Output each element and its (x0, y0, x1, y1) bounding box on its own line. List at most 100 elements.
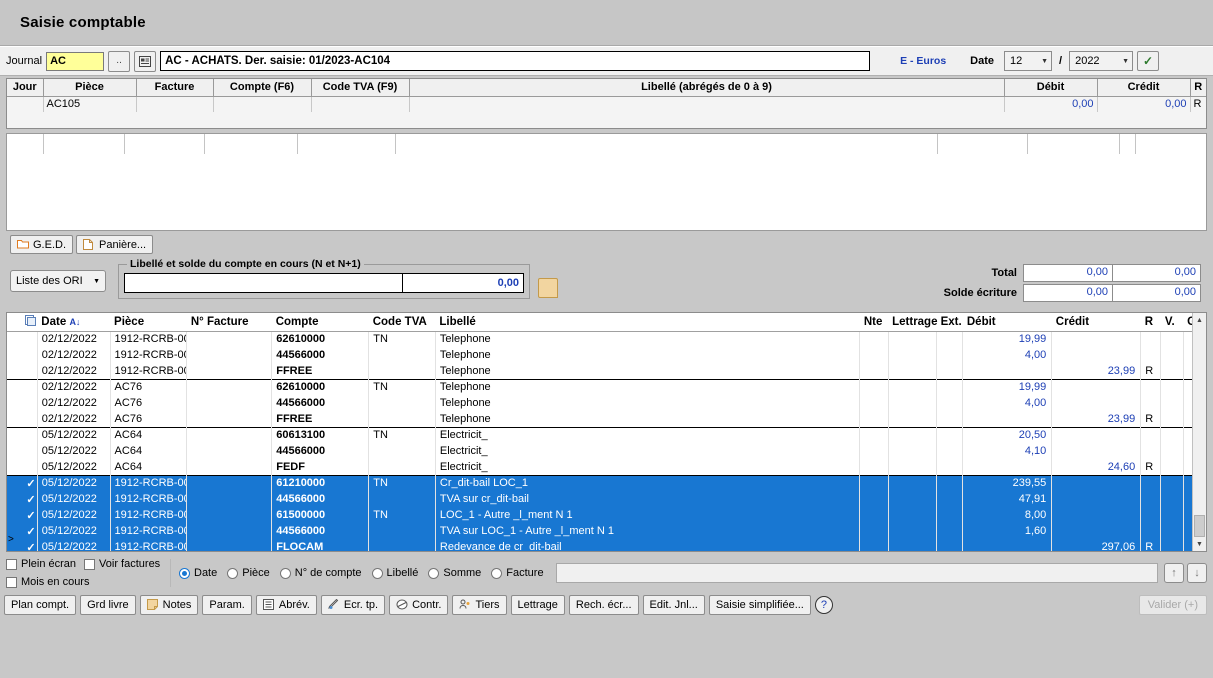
cell-debit[interactable] (962, 459, 1053, 475)
cell-r[interactable] (1140, 443, 1162, 459)
cell-ext[interactable] (936, 395, 964, 411)
cell-piece[interactable]: 1912-RCRB-000 (110, 491, 188, 507)
cell-piece[interactable]: 1912-RCRB-000 (110, 523, 188, 539)
cell-r[interactable] (1140, 347, 1162, 363)
notes-button[interactable]: Notes (139, 595, 199, 615)
cell-ext[interactable] (936, 426, 964, 443)
cell-piece[interactable]: 1912-RCRB-000 (110, 363, 188, 379)
table-row[interactable]: 05/12/2022 AC64 FEDF Electricit_ 24,60 R (7, 459, 1206, 475)
data-col-credit[interactable]: Crédit (1051, 313, 1141, 332)
cell-debit[interactable]: 1,60 (962, 523, 1053, 539)
cell-nte[interactable] (859, 443, 889, 459)
data-grid-scrollbar[interactable]: ▲ ▼ (1192, 313, 1206, 551)
cell-credit[interactable] (1051, 426, 1142, 443)
libelle-compte-field[interactable] (125, 274, 403, 292)
table-row[interactable]: 05/12/2022 AC64 60613100 TN Electricit_ 20,50 (7, 426, 1206, 443)
cell-ext[interactable] (936, 507, 964, 523)
entry-cell-debit[interactable]: 0,00 (1004, 96, 1098, 112)
cell-n-facture[interactable] (186, 411, 273, 427)
data-col-code-tva[interactable]: Code TVA (368, 313, 436, 332)
entry-cell-facture[interactable] (136, 96, 214, 112)
table-row[interactable]: ✓05/12/20221912-RCRB-000 61210000TNCr_dit… (7, 474, 1206, 491)
entry-col-r[interactable]: R (1190, 79, 1206, 97)
data-col-nte[interactable]: Nte (859, 313, 889, 332)
entry-cell-libelle[interactable] (409, 96, 1005, 112)
abrev-button[interactable]: Abrév. (255, 595, 317, 615)
cell-v[interactable] (1160, 507, 1184, 523)
controle-button[interactable]: Contr. (389, 595, 449, 615)
cell-v[interactable] (1160, 331, 1184, 347)
ori-list-dropdown[interactable]: Liste des ORI ▼ (10, 270, 106, 292)
table-row[interactable]: 02/12/2022 AC76 62610000 TN Telephone 19,99 (7, 378, 1206, 395)
cell-v[interactable] (1160, 395, 1184, 411)
cell-v[interactable] (1160, 491, 1184, 507)
lettrage-button[interactable]: Lettrage (510, 595, 565, 615)
radio-somme-button[interactable] (428, 567, 440, 579)
cell-date[interactable]: 02/12/2022 (37, 331, 111, 347)
cell-code-tva[interactable] (368, 395, 436, 411)
entry-cell-code-tva[interactable] (311, 96, 410, 112)
cell-r[interactable] (1140, 507, 1162, 523)
cell-lettrage[interactable] (888, 459, 938, 475)
radio-n-de-compte[interactable]: N° de compte (279, 567, 362, 579)
cell-debit[interactable]: 47,91 (962, 491, 1053, 507)
cell-compte[interactable]: 44566000 (271, 491, 370, 507)
cell-code-tva[interactable] (368, 411, 436, 427)
cell-lettrage[interactable] (888, 443, 938, 459)
cell-code-tva[interactable]: TN (368, 378, 436, 395)
cell-libelle[interactable]: Electricit_ (435, 459, 861, 475)
cell-lettrage[interactable] (888, 395, 938, 411)
cell-credit[interactable]: 23,99 (1051, 363, 1142, 379)
paniere-button[interactable]: Panière... (76, 235, 154, 254)
cell-piece[interactable]: AC64 (110, 459, 188, 475)
cell-date[interactable]: 02/12/2022 (37, 363, 111, 379)
cell-code-tva[interactable]: TN (368, 474, 436, 491)
cell-nte[interactable] (859, 523, 889, 539)
cell-libelle[interactable]: Telephone (435, 347, 861, 363)
row-select-cell[interactable] (21, 347, 38, 363)
edition-journal-button[interactable]: Edit. Jnl... (642, 595, 705, 615)
table-row[interactable]: ✓05/12/20221912-RCRB-000 FLOCAM Redevance … (7, 539, 1206, 551)
cell-v[interactable] (1160, 378, 1184, 395)
date-validate-button[interactable]: ✓ (1137, 51, 1160, 71)
cell-v[interactable] (1160, 411, 1184, 427)
cell-r[interactable] (1140, 523, 1162, 539)
cell-compte[interactable]: 60613100 (271, 426, 370, 443)
cell-v[interactable] (1160, 523, 1184, 539)
table-row[interactable]: ✓05/12/20221912-RCRB-000 44566000 TVA sur … (7, 523, 1206, 539)
data-col-piece[interactable]: Pièce (110, 313, 187, 332)
data-col-date[interactable]: Date A↓ (37, 313, 111, 332)
cell-libelle[interactable]: Cr_dit-bail LOC_1 (435, 474, 861, 491)
cell-piece[interactable]: AC76 (110, 395, 188, 411)
cell-ext[interactable] (936, 474, 964, 491)
cell-v[interactable] (1160, 363, 1184, 379)
cell-credit[interactable] (1051, 378, 1142, 395)
cell-date[interactable]: 02/12/2022 (37, 347, 111, 363)
cell-debit[interactable]: 19,99 (962, 378, 1053, 395)
cell-n-facture[interactable] (186, 395, 273, 411)
cell-code-tva[interactable] (368, 363, 436, 379)
cell-nte[interactable] (859, 411, 889, 427)
cell-libelle[interactable]: LOC_1 - Autre _l_ment N 1 (435, 507, 861, 523)
cell-credit[interactable] (1051, 443, 1142, 459)
cell-piece[interactable]: 1912-RCRB-000 (110, 539, 188, 551)
cell-lettrage[interactable] (888, 507, 938, 523)
data-col-r[interactable]: R (1140, 313, 1161, 332)
cell-date[interactable]: 05/12/2022 (37, 443, 111, 459)
cell-date[interactable]: 05/12/2022 (37, 459, 111, 475)
cell-piece[interactable]: 1912-RCRB-000 (110, 474, 188, 491)
cell-ext[interactable] (936, 331, 964, 347)
entry-col-credit[interactable]: Crédit (1097, 79, 1191, 97)
cell-v[interactable] (1160, 539, 1184, 551)
entry-cell-r[interactable]: R (1190, 96, 1206, 112)
radio-date[interactable]: Date (179, 567, 217, 579)
cell-r[interactable] (1140, 395, 1162, 411)
row-check-icon[interactable]: ✓ (21, 523, 38, 539)
cell-r[interactable]: R (1140, 459, 1162, 475)
row-select-cell[interactable] (21, 411, 38, 427)
cell-nte[interactable] (859, 363, 889, 379)
cell-compte[interactable]: 44566000 (271, 395, 370, 411)
row-select-cell[interactable] (21, 459, 38, 475)
cell-nte[interactable] (859, 347, 889, 363)
cell-piece[interactable]: 1912-RCRB-000 (110, 347, 188, 363)
